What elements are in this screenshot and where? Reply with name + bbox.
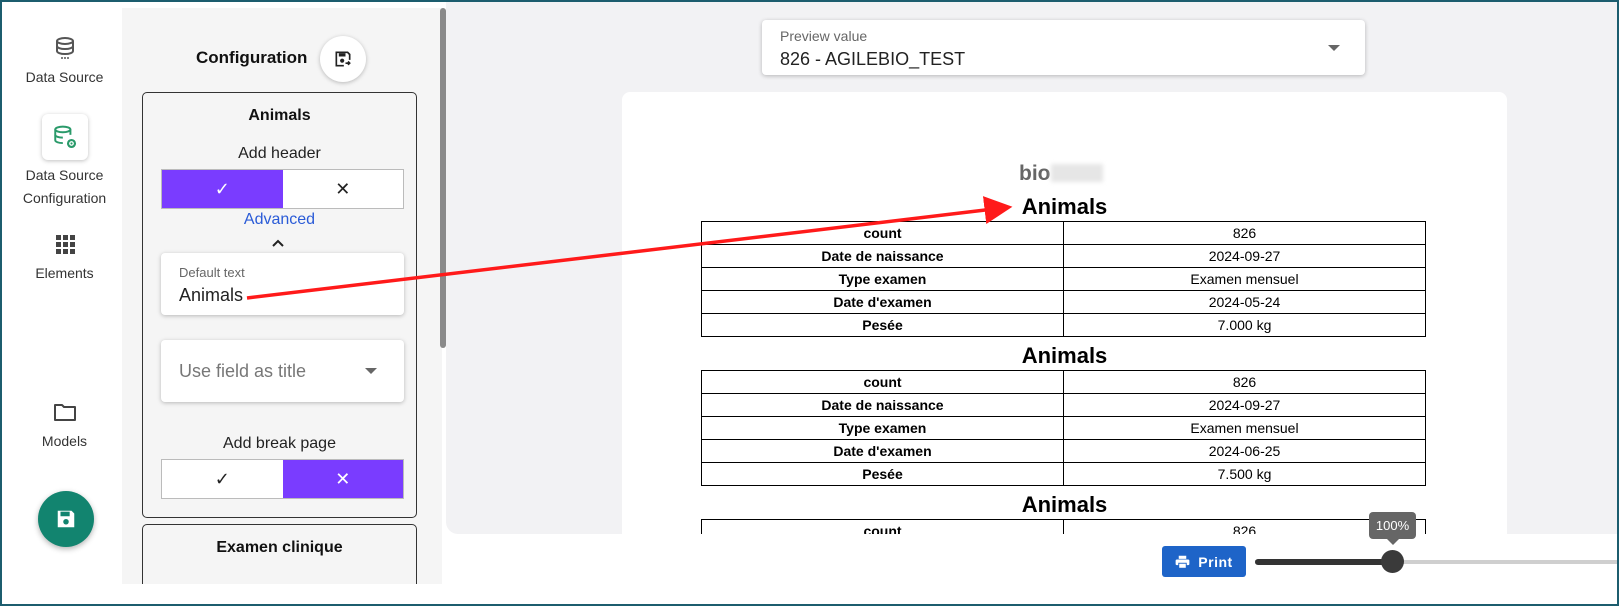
add-header-no-option[interactable]: ✕ (283, 170, 404, 208)
database-settings-icon (41, 114, 88, 160)
chevron-up-icon[interactable] (271, 238, 285, 248)
add-header-toggle[interactable]: ✓ ✕ (161, 169, 404, 209)
rail-item-models[interactable]: Models (2, 400, 127, 453)
row-value: 826 (1063, 370, 1426, 394)
redacted-text (1050, 164, 1103, 182)
table-row: Date de naissance 2024-09-27 (701, 244, 1426, 268)
configuration-title: Configuration (196, 48, 308, 67)
preview-value-select[interactable]: Preview value 826 - AGILEBIO_TEST (762, 20, 1365, 75)
section-card-title: Animals (248, 107, 311, 124)
table-row: count 826 (701, 221, 1426, 245)
chevron-down-icon (365, 368, 377, 374)
document-title-text: bio (1019, 162, 1051, 185)
add-header-label: Add header (238, 145, 321, 162)
table-row: Type examen Examen mensuel (701, 267, 1426, 291)
printer-icon (1175, 555, 1190, 569)
print-button[interactable]: Print (1162, 546, 1246, 577)
database-icon (55, 37, 74, 59)
table-row: Date d'examen 2024-06-25 (701, 439, 1426, 463)
row-value: 2024-09-27 (1063, 393, 1426, 417)
row-key: Type examen (701, 416, 1064, 440)
floppy-disk-icon (57, 510, 75, 528)
grid-icon (55, 235, 75, 254)
table-row: Pesée 7.500 kg (701, 462, 1426, 486)
zoom-slider-thumb[interactable] (1381, 550, 1404, 573)
section-title: Animals (1021, 343, 1108, 368)
data-table: count 826 (701, 519, 1426, 534)
rail-item-label: Data Source Configuration (22, 167, 107, 206)
rail-item-label: Elements (35, 265, 94, 281)
rail-item-label: Data Source (25, 69, 104, 85)
check-icon: ✓ (214, 178, 230, 199)
table-row: Type examen Examen mensuel (701, 416, 1426, 440)
row-value: 2024-06-25 (1063, 439, 1426, 463)
chevron-down-icon (1328, 45, 1340, 51)
add-header-yes-option[interactable]: ✓ (162, 170, 283, 208)
default-text-field[interactable]: Default text Animals (161, 253, 404, 315)
folder-icon (53, 404, 76, 421)
row-key: Date d'examen (701, 439, 1064, 463)
close-icon: ✕ (335, 178, 351, 199)
row-key: count (701, 370, 1064, 394)
row-value: 2024-05-24 (1063, 290, 1426, 314)
default-text-value: Animals (179, 285, 244, 305)
rail-item-elements[interactable]: Elements (2, 232, 127, 285)
table-row: count 826 (701, 370, 1426, 394)
row-key: Date de naissance (701, 244, 1064, 268)
use-field-as-title-select[interactable]: Use field as title (161, 340, 404, 402)
row-key: Date de naissance (701, 393, 1064, 417)
rail-item-data-source-configuration[interactable]: Data Source Configuration (2, 114, 127, 210)
save-fab-button[interactable] (38, 491, 94, 547)
row-value: Examen mensuel (1063, 416, 1426, 440)
use-field-as-title-placeholder: Use field as title (179, 361, 307, 381)
preview-value-current: 826 - AGILEBIO_TEST (780, 49, 966, 69)
row-value: 826 (1063, 221, 1426, 245)
row-key: Pesée (701, 462, 1064, 486)
save-configuration-button[interactable] (320, 36, 366, 82)
row-value: 2024-09-27 (1063, 244, 1426, 268)
row-key: Date d'examen (701, 290, 1064, 314)
default-text-label: Default text (179, 265, 245, 280)
left-rail: Data Source Data Source Configuration El… (2, 2, 122, 604)
section-card-animals: Animals Add header ✓ ✕ Advanced Default … (142, 92, 417, 518)
configuration-panel: Configuration Animals Add header ✓ ✕ Adv… (122, 8, 442, 584)
document-title: bio (1019, 162, 1103, 186)
row-value: 7.500 kg (1063, 462, 1426, 486)
document-page: bio Animals count 826 Date de naissance 20… (622, 92, 1507, 534)
data-table: count 826 Date de naissance 2024-09-27 Typ… (701, 221, 1426, 337)
add-break-page-label: Add break page (223, 435, 336, 452)
row-value: Examen mensuel (1063, 267, 1426, 291)
print-label: Print (1198, 553, 1233, 570)
table-row: Date d'examen 2024-05-24 (701, 290, 1426, 314)
row-key: Type examen (701, 267, 1064, 291)
row-key: Pesée (701, 313, 1064, 337)
zoom-slider-fill (1255, 559, 1393, 565)
section-card-examen-clinique[interactable]: Examen clinique (142, 524, 417, 584)
add-break-no-option[interactable]: ✕ (282, 460, 403, 498)
data-table: count 826 Date de naissance 2024-09-27 Typ… (701, 370, 1426, 486)
close-icon: ✕ (335, 468, 351, 489)
app-window: Data Source Data Source Configuration El… (2, 2, 1617, 604)
row-key: count (701, 519, 1064, 534)
row-value: 7.000 kg (1063, 313, 1426, 337)
advanced-link[interactable]: Advanced (143, 211, 416, 229)
table-row: Date de naissance 2024-09-27 (701, 393, 1426, 417)
row-key: count (701, 221, 1064, 245)
check-icon: ✓ (214, 468, 230, 489)
preview-value-label: Preview value (780, 28, 868, 44)
table-row: Pesée 7.000 kg (701, 313, 1426, 337)
section-card-title: Examen clinique (216, 539, 343, 556)
zoom-tooltip: 100% (1369, 512, 1416, 545)
save-as-icon (335, 51, 351, 67)
rail-item-label: Models (41, 433, 88, 449)
rail-item-data-source[interactable]: Data Source (2, 36, 127, 89)
table-row: count 826 (701, 519, 1426, 534)
section-title: Animals (1021, 194, 1108, 219)
add-break-yes-option[interactable]: ✓ (162, 460, 283, 498)
add-break-page-toggle[interactable]: ✓ ✕ (161, 459, 404, 499)
